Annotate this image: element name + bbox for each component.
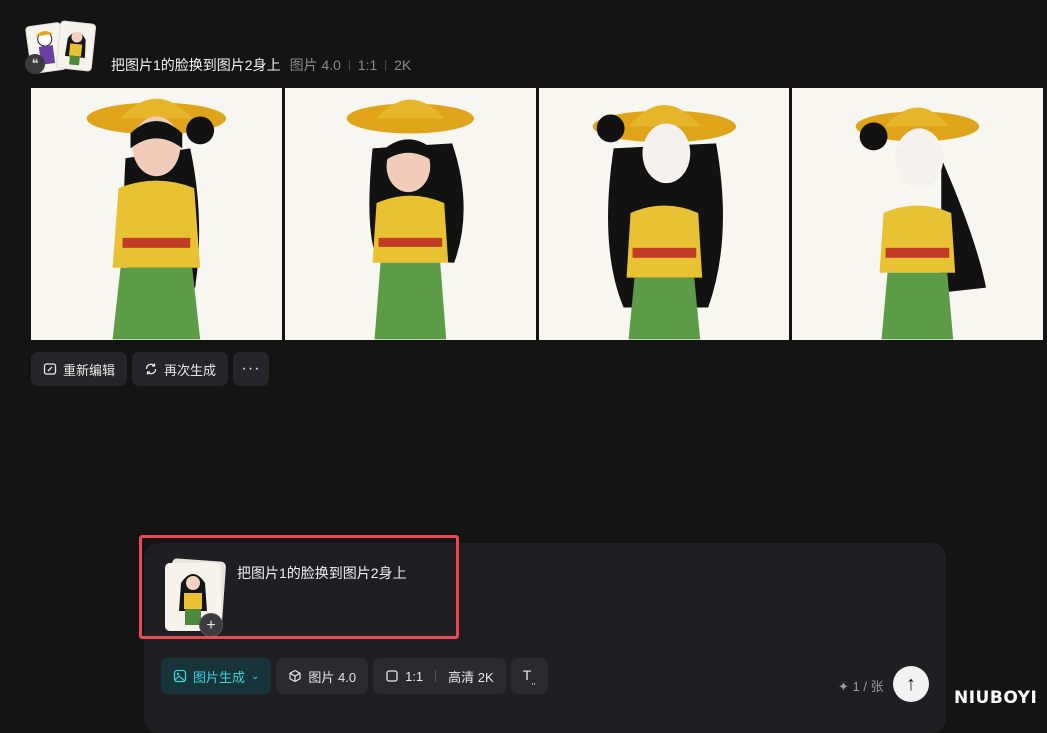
image-actions: 重新编辑 再次生成 ···	[31, 352, 270, 386]
model-label: 图片 4.0	[289, 57, 341, 73]
reference-thumbnail-2	[55, 20, 97, 72]
model-select[interactable]: 图片 4.0	[276, 658, 369, 694]
cube-icon	[289, 669, 302, 683]
highlight-box	[139, 535, 459, 639]
reedit-label: 重新编辑	[63, 362, 116, 378]
ratio-quality-select[interactable]: 1:1 高清 2K	[373, 658, 506, 694]
generated-image-4[interactable]	[792, 88, 1043, 340]
composer-toolbar: 图片生成 ⌄ 图片 4.0 1:1 高清 2K T,,	[161, 658, 548, 694]
chevron-down-icon: ⌄	[251, 670, 260, 682]
send-button[interactable]: ↑	[893, 666, 929, 702]
prompt-title: 把图片1的脸换到图片2身上	[111, 57, 281, 73]
regenerate-label: 再次生成	[164, 362, 217, 378]
reedit-button[interactable]: 重新编辑	[31, 352, 128, 386]
text-format-icon: T,,	[522, 666, 536, 686]
resolution-label: 2K	[394, 57, 412, 73]
generated-image-2[interactable]	[284, 88, 536, 340]
generated-image-1[interactable]	[31, 88, 282, 340]
watermark: NIUBOYI	[954, 688, 1038, 708]
quality-label: 高清 2K	[448, 669, 494, 685]
reference-thumbnails[interactable]: ❝	[24, 20, 98, 76]
refresh-icon	[145, 363, 157, 375]
mode-select[interactable]: 图片生成 ⌄	[161, 658, 272, 694]
image-gen-icon	[173, 669, 187, 683]
square-icon	[386, 670, 398, 682]
quote-icon: ❝	[25, 54, 45, 74]
divider: |	[384, 59, 388, 71]
edit-icon	[43, 363, 57, 375]
model-label: 图片 4.0	[308, 669, 357, 685]
divider: |	[347, 59, 351, 71]
ratio-label: 1:1	[357, 57, 378, 73]
ratio-label: 1:1	[405, 668, 424, 684]
more-button[interactable]: ···	[233, 352, 270, 386]
mode-label: 图片生成	[193, 669, 246, 685]
generated-image-3[interactable]	[538, 88, 790, 340]
text-style-button[interactable]: T,,	[510, 658, 548, 694]
generation-info: 把图片1的脸换到图片2身上 图片 4.0 | 1:1 | 2K	[111, 55, 411, 75]
generated-images	[31, 88, 1043, 340]
divider	[435, 670, 437, 682]
credit-cost: ✦ 1 / 张	[838, 679, 884, 694]
regenerate-button[interactable]: 再次生成	[132, 352, 229, 386]
